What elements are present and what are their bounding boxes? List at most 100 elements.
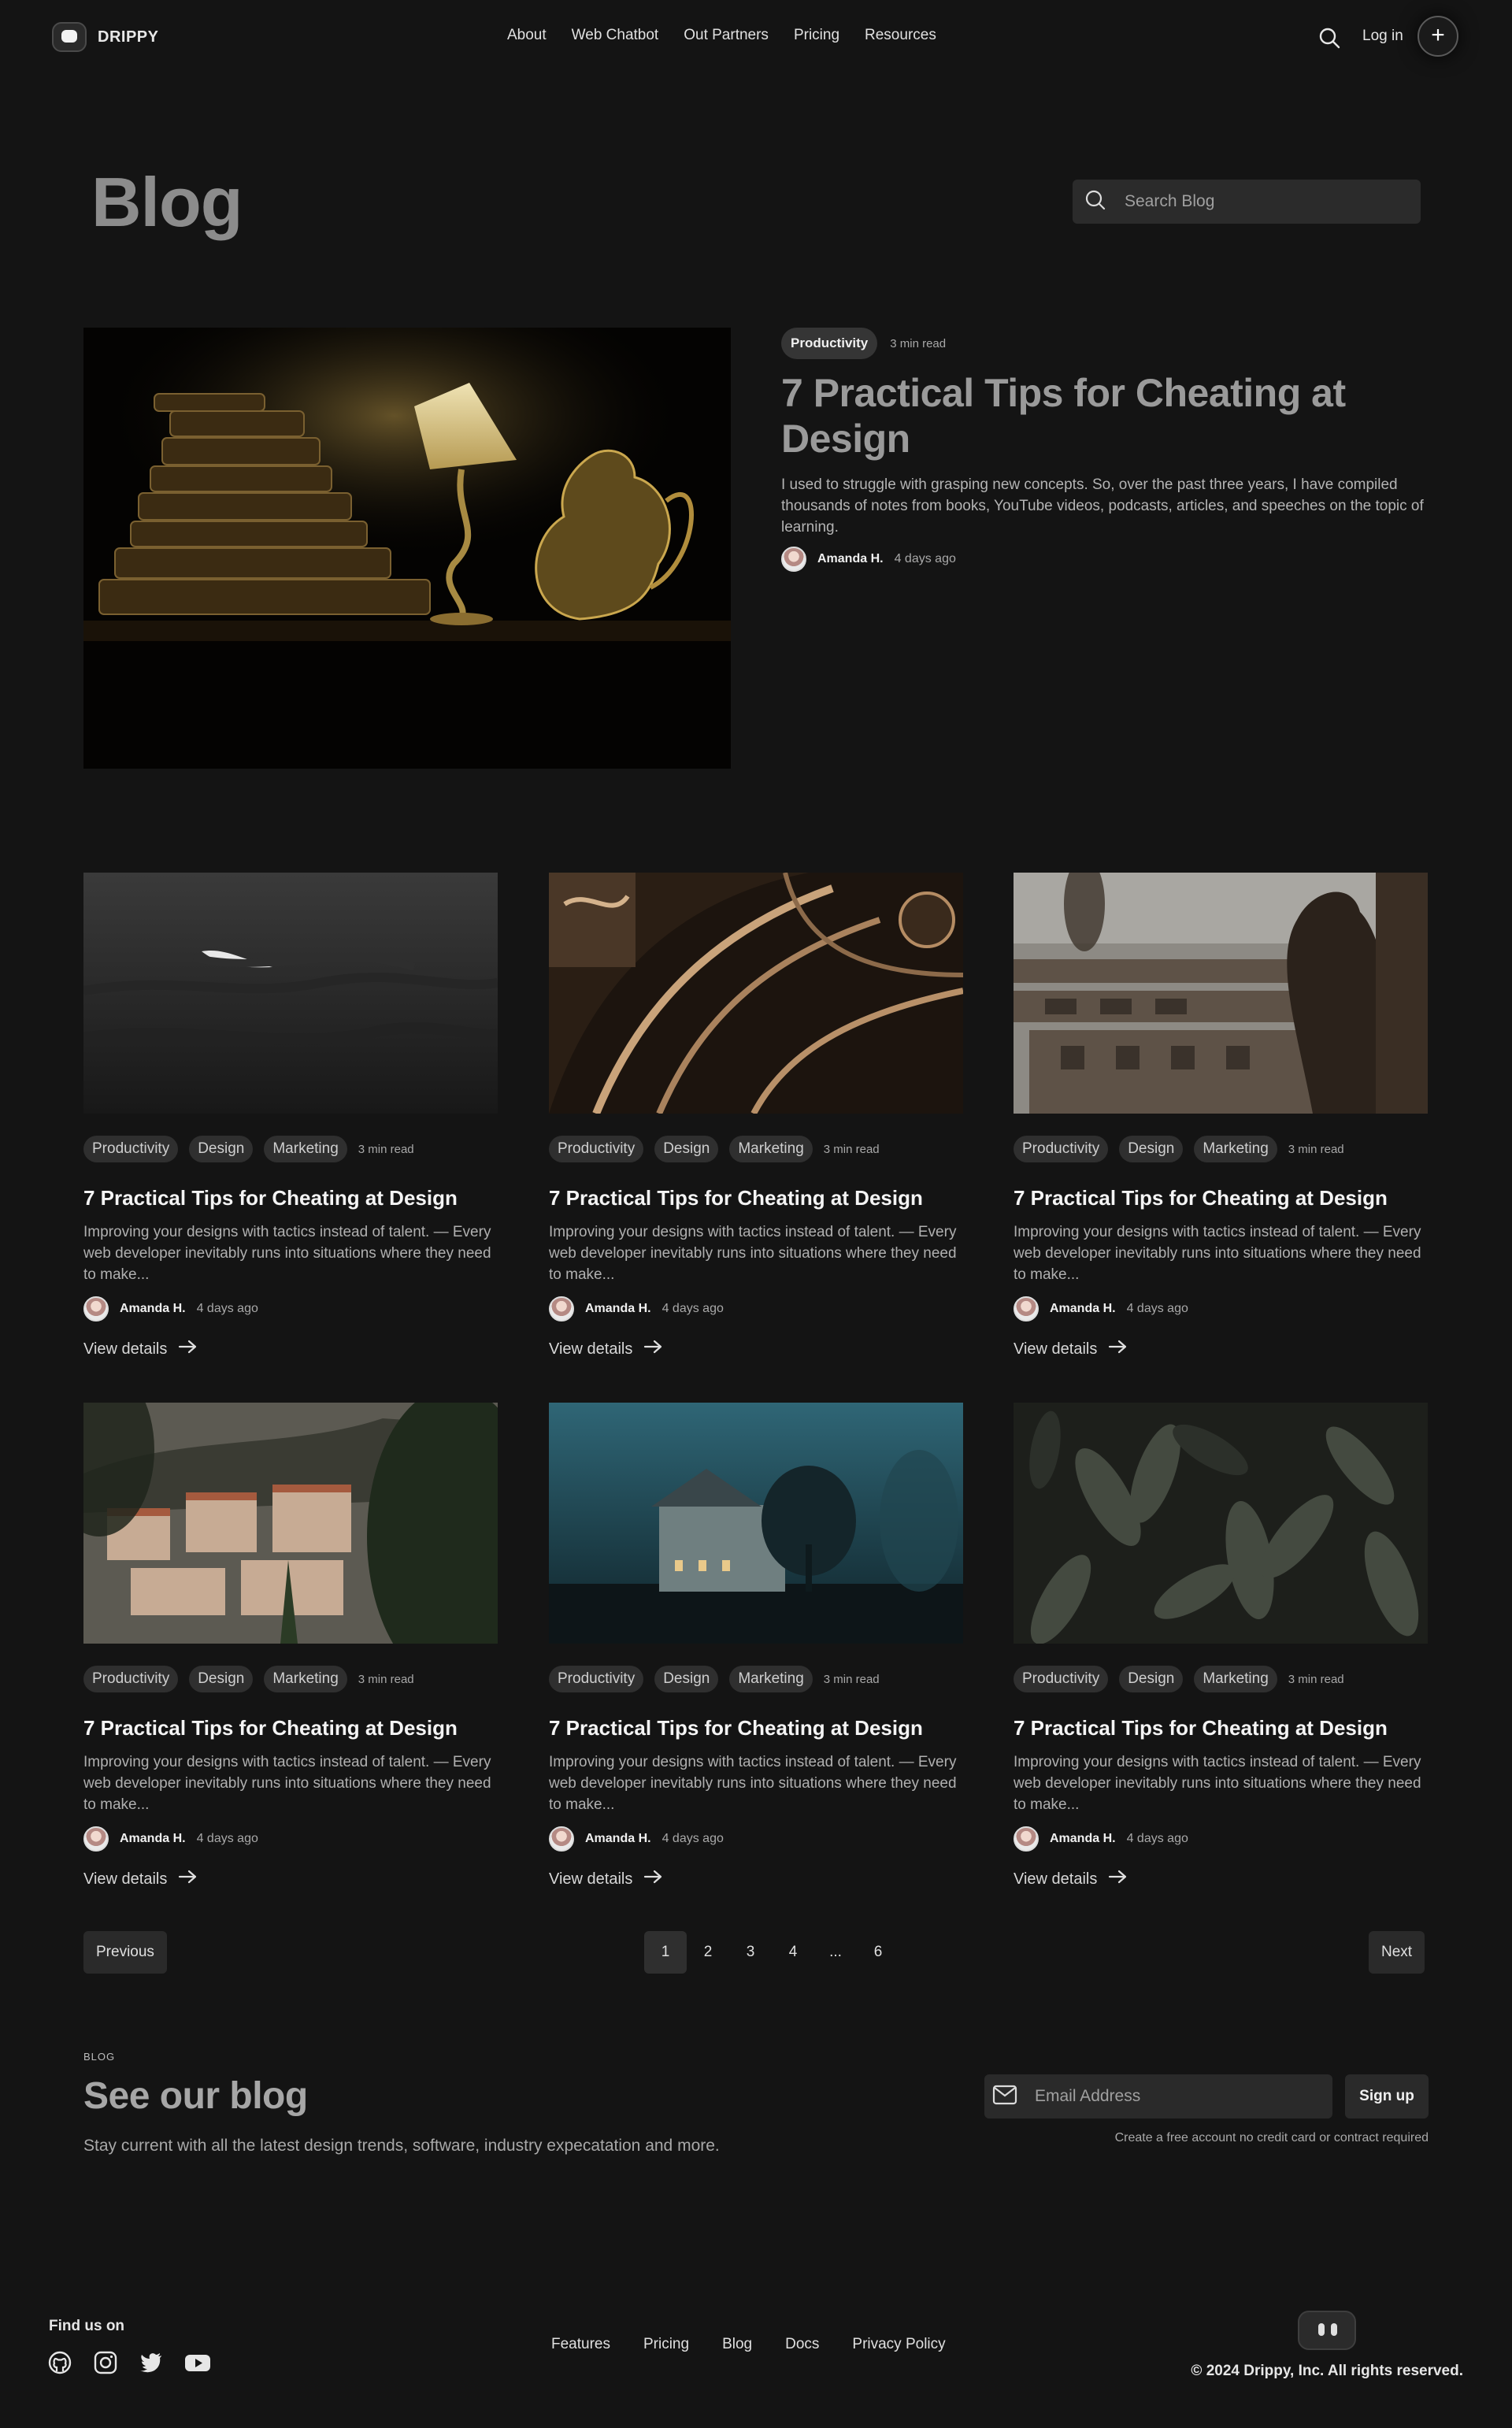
tag-design[interactable]: Design xyxy=(1119,1666,1184,1692)
card-author: Amanda H. 4 days ago xyxy=(549,1826,963,1852)
tag-productivity[interactable]: Productivity xyxy=(83,1136,179,1162)
view-details-link[interactable]: View details xyxy=(83,1339,498,1359)
tag-marketing[interactable]: Marketing xyxy=(1194,1666,1277,1692)
card-title[interactable]: 7 Practical Tips for Cheating at Design xyxy=(549,1186,963,1210)
card-title[interactable]: 7 Practical Tips for Cheating at Design xyxy=(1014,1716,1428,1740)
footer-link-features[interactable]: Features xyxy=(551,2336,610,2353)
next-button[interactable]: Next xyxy=(1369,1931,1425,1974)
tag-productivity[interactable]: Productivity xyxy=(1014,1666,1109,1692)
avatar xyxy=(781,547,806,572)
login-link[interactable]: Log in xyxy=(1362,28,1403,45)
avatar xyxy=(83,1826,109,1852)
post-date: 4 days ago xyxy=(662,1302,724,1315)
nav-link-pricing[interactable]: Pricing xyxy=(794,27,839,44)
post-date: 4 days ago xyxy=(1126,1832,1188,1845)
tag-productivity[interactable]: Productivity xyxy=(1014,1136,1109,1162)
author-name[interactable]: Amanda H. xyxy=(817,552,884,566)
author-name[interactable]: Amanda H. xyxy=(1050,1832,1116,1846)
newsletter-note: Create a free account no credit card or … xyxy=(1114,2131,1429,2144)
page-3-button[interactable]: 3 xyxy=(729,1931,772,1974)
nav-link-resources[interactable]: Resources xyxy=(865,27,936,44)
search-icon[interactable] xyxy=(1317,25,1342,50)
card-author: Amanda H. 4 days ago xyxy=(549,1296,963,1321)
footer-link-pricing[interactable]: Pricing xyxy=(643,2336,689,2353)
blog-search xyxy=(1073,180,1421,224)
tag-marketing[interactable]: Marketing xyxy=(729,1666,813,1692)
tag-design[interactable]: Design xyxy=(1119,1136,1184,1162)
footer-link-privacy-policy[interactable]: Privacy Policy xyxy=(852,2336,945,2353)
blog-card: Productivity Design Marketing 3 min read… xyxy=(1014,1403,1428,1889)
tag-productivity[interactable]: Productivity xyxy=(83,1666,179,1692)
card-read-time: 3 min read xyxy=(358,1672,414,1686)
card-read-time: 3 min read xyxy=(823,1672,880,1686)
view-details-link[interactable]: View details xyxy=(549,1869,963,1889)
card-image[interactable] xyxy=(83,873,498,1114)
sign-up-button[interactable]: Sign up xyxy=(1345,2074,1429,2118)
avatar xyxy=(1014,1296,1039,1321)
tag-design[interactable]: Design xyxy=(189,1666,254,1692)
footer-link-blog[interactable]: Blog xyxy=(722,2336,752,2353)
author-name[interactable]: Amanda H. xyxy=(120,1302,186,1316)
tag-marketing[interactable]: Marketing xyxy=(264,1666,347,1692)
twitter-icon[interactable] xyxy=(139,2350,164,2375)
author-name[interactable]: Amanda H. xyxy=(585,1832,651,1846)
arrow-right-icon xyxy=(178,1339,198,1359)
previous-button[interactable]: Previous xyxy=(83,1931,167,1974)
tag-productivity[interactable]: Productivity xyxy=(549,1136,644,1162)
card-read-time: 3 min read xyxy=(1288,1142,1344,1156)
nav-link-web-chatbot[interactable]: Web Chatbot xyxy=(572,27,659,44)
featured-title[interactable]: 7 Practical Tips for Cheating at Design xyxy=(781,370,1380,462)
nav-link-out-partners[interactable]: Out Partners xyxy=(684,27,769,44)
card-author: Amanda H. 4 days ago xyxy=(83,1296,498,1321)
view-details-label: View details xyxy=(1014,1870,1098,1888)
card-title[interactable]: 7 Practical Tips for Cheating at Design xyxy=(1014,1186,1428,1210)
page-1-button[interactable]: 1 xyxy=(644,1931,687,1974)
page-4-button[interactable]: 4 xyxy=(772,1931,814,1974)
author-name[interactable]: Amanda H. xyxy=(120,1832,186,1846)
featured-tag[interactable]: Productivity xyxy=(781,328,878,359)
card-title[interactable]: 7 Practical Tips for Cheating at Design xyxy=(83,1716,498,1740)
youtube-icon[interactable] xyxy=(184,2350,210,2375)
author-name[interactable]: Amanda H. xyxy=(1050,1302,1116,1316)
newsletter-title: See our blog xyxy=(83,2075,308,2117)
drippy-logo-icon[interactable] xyxy=(1298,2311,1356,2350)
nav-link-about[interactable]: About xyxy=(507,27,547,44)
top-nav: DRIPPY About Web Chatbot Out Partners Pr… xyxy=(0,0,1512,76)
page-2-button[interactable]: 2 xyxy=(687,1931,729,1974)
view-details-label: View details xyxy=(549,1870,633,1888)
tag-design[interactable]: Design xyxy=(654,1666,719,1692)
card-image[interactable] xyxy=(1014,1403,1428,1644)
blog-card: Productivity Design Marketing 3 min read… xyxy=(1014,873,1428,1359)
tag-productivity[interactable]: Productivity xyxy=(549,1666,644,1692)
card-title[interactable]: 7 Practical Tips for Cheating at Design xyxy=(549,1716,963,1740)
card-tags: Productivity Design Marketing 3 min read xyxy=(1014,1666,1428,1692)
card-title[interactable]: 7 Practical Tips for Cheating at Design xyxy=(83,1186,498,1210)
email-field[interactable] xyxy=(1035,2087,1318,2106)
instagram-icon[interactable] xyxy=(93,2350,118,2375)
tag-marketing[interactable]: Marketing xyxy=(729,1136,813,1162)
view-details-link[interactable]: View details xyxy=(549,1339,963,1359)
plus-button[interactable]: + xyxy=(1418,16,1458,57)
tag-marketing[interactable]: Marketing xyxy=(264,1136,347,1162)
arrow-right-icon xyxy=(643,1869,664,1889)
github-icon[interactable] xyxy=(47,2350,72,2375)
author-name[interactable]: Amanda H. xyxy=(585,1302,651,1316)
tag-marketing[interactable]: Marketing xyxy=(1194,1136,1277,1162)
search-input[interactable] xyxy=(1125,192,1392,211)
view-details-link[interactable]: View details xyxy=(1014,1339,1428,1359)
tag-design[interactable]: Design xyxy=(654,1136,719,1162)
card-description: Improving your designs with tactics inst… xyxy=(549,1754,957,1813)
view-details-link[interactable]: View details xyxy=(1014,1869,1428,1889)
brand-logo[interactable]: DRIPPY xyxy=(52,22,158,52)
tag-design[interactable]: Design xyxy=(189,1136,254,1162)
featured-image[interactable] xyxy=(83,328,731,769)
featured-read-time: 3 min read xyxy=(890,336,947,350)
blog-card: Productivity Design Marketing 3 min read… xyxy=(549,1403,963,1889)
page-6-button[interactable]: 6 xyxy=(857,1931,899,1974)
card-image[interactable] xyxy=(1014,873,1428,1114)
footer-link-docs[interactable]: Docs xyxy=(785,2336,819,2353)
card-image[interactable] xyxy=(83,1403,498,1644)
card-image[interactable] xyxy=(549,873,963,1114)
view-details-link[interactable]: View details xyxy=(83,1869,498,1889)
card-image[interactable] xyxy=(549,1403,963,1644)
